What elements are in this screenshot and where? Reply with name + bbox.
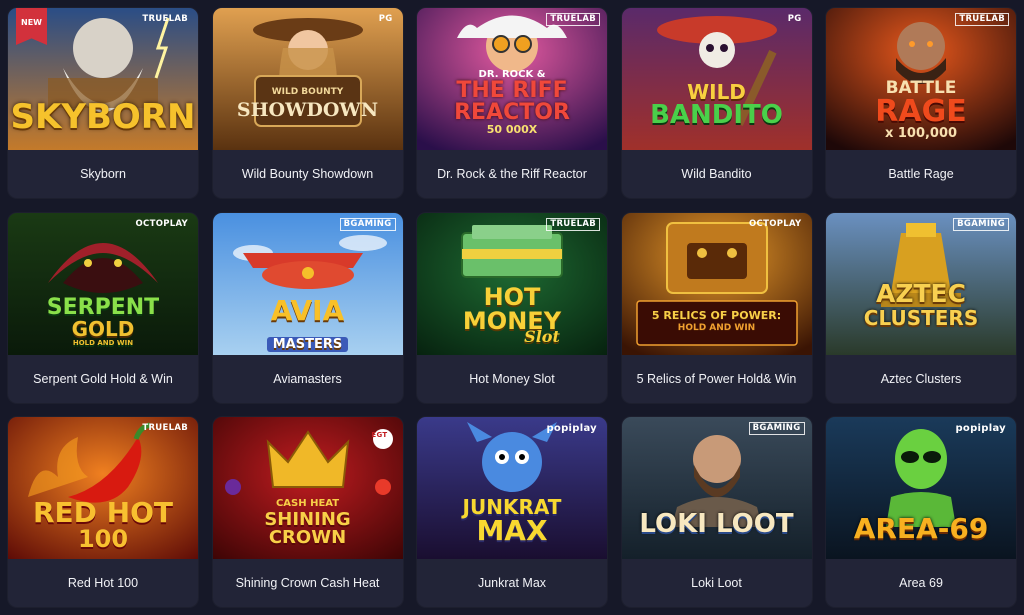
game-title: Wild Bounty Showdown [241, 167, 374, 181]
game-card-dr-rock-riff-reactor[interactable]: TRUELAB DR. ROCK & THE RIFF REACTOR 50 0… [417, 8, 607, 198]
game-title: Red Hot 100 [67, 576, 139, 590]
game-title: Aviamasters [273, 371, 342, 386]
game-thumbnail[interactable]: PG WILD BANDITO [621, 8, 812, 150]
provider-logo: TRUELAB [546, 13, 600, 26]
game-card-serpent-gold[interactable]: OCTOPLAY SERPENT GOLD HOLD AND WIN Serpe… [8, 212, 198, 403]
game-thumbnail[interactable]: OCTOPLAY 5 RELICS OF POWER: HOLD AND WIN [621, 212, 812, 355]
game-card-junkrat-max[interactable]: popiplay JUNKRAT MAX Junkrat Max [417, 417, 607, 607]
game-grid: NEW TRUELAB SKYBORN Skyborn PG WILD BOUN… [8, 8, 1016, 607]
game-card-loki-loot[interactable]: BGAMING LOKI LOOT Loki Loot [621, 417, 812, 607]
game-thumbnail[interactable]: BGAMING AVIA MASTERS [212, 212, 403, 355]
game-thumbnail[interactable]: popiplay JUNKRAT MAX [417, 417, 607, 559]
game-thumbnail[interactable]: TRUELAB HOT MONEY Slot [417, 212, 607, 355]
game-card-aviamasters[interactable]: BGAMING AVIA MASTERS Aviamasters [212, 212, 403, 403]
provider-logo: PG [378, 14, 393, 24]
game-thumbnail[interactable]: PG WILD BOUNTY SHOWDOWN [212, 8, 403, 150]
game-logo: WILD BOUNTY SHOWDOWN [236, 87, 379, 121]
game-thumbnail[interactable]: TRUELAB DR. ROCK & THE RIFF REACTOR 50 0… [417, 8, 607, 150]
game-title: Skyborn [80, 167, 126, 181]
game-card-aztec-clusters[interactable]: BGAMING AZTEC CLUSTERS Aztec Clusters [826, 212, 1016, 403]
game-title: 5 Relics of Power Hold& Win [636, 371, 797, 386]
provider-logo: OCTOPLAY [135, 218, 188, 229]
game-card-wild-bounty-showdown[interactable]: PG WILD BOUNTY SHOWDOWN Wild Bounty Show… [212, 8, 403, 198]
game-logo: JUNKRAT MAX [462, 495, 562, 547]
game-logo: AREA-69 [853, 512, 989, 545]
provider-logo: OCTOPLAY [749, 218, 802, 229]
game-thumbnail[interactable]: popiplay AREA-69 [826, 417, 1016, 559]
game-title: Aztec Clusters [880, 371, 962, 386]
game-card-shining-crown-cash-heat[interactable]: EGT CASH HEAT SHINING CROWN Shining Crow… [212, 417, 403, 607]
game-card-5-relics-of-power[interactable]: OCTOPLAY 5 RELICS OF POWER: HOLD AND WIN… [621, 212, 812, 403]
game-thumbnail[interactable]: OCTOPLAY SERPENT GOLD HOLD AND WIN [8, 212, 198, 355]
game-logo: DR. ROCK & THE RIFF REACTOR 50 000X [454, 69, 570, 136]
game-thumbnail[interactable]: BGAMING LOKI LOOT [621, 417, 812, 559]
game-thumbnail[interactable]: NEW TRUELAB SKYBORN [8, 8, 198, 150]
provider-logo: TRUELAB [142, 14, 188, 24]
game-title: Shining Crown Cash Heat [235, 576, 380, 590]
game-thumbnail[interactable]: EGT CASH HEAT SHINING CROWN [212, 417, 403, 559]
game-logo: AZTEC CLUSTERS [863, 278, 979, 330]
game-logo: AVIA MASTERS [213, 296, 403, 353]
game-logo: LOKI LOOT [639, 509, 794, 539]
provider-logo: popiplay [955, 423, 1006, 434]
provider-logo: BGAMING [748, 422, 805, 435]
game-thumbnail[interactable]: TRUELAB BATTLE RAGE x 100,000 [826, 8, 1016, 150]
provider-logo: BGAMING [953, 217, 1009, 231]
provider-logo: EGT [371, 431, 388, 439]
game-title: Serpent Gold Hold & Win [33, 371, 173, 386]
game-title: Dr. Rock & the Riff Reactor [437, 167, 587, 181]
game-card-area-69[interactable]: popiplay AREA-69 Area 69 [826, 417, 1016, 607]
game-thumbnail[interactable]: TRUELAB RED HOT 100 [8, 417, 198, 559]
game-logo: BATTLE RAGE x 100,000 [875, 78, 967, 141]
game-title: Area 69 [899, 576, 943, 590]
provider-logo: TRUELAB [955, 13, 1009, 26]
game-logo: SKYBORN [10, 97, 196, 137]
game-title: Loki Loot [691, 576, 742, 590]
relics-of-power-art [621, 212, 812, 355]
game-card-hot-money-slot[interactable]: TRUELAB HOT MONEY Slot Hot Money Slot [417, 212, 607, 403]
game-card-red-hot-100[interactable]: TRUELAB RED HOT 100 Red Hot 100 [8, 417, 198, 607]
provider-logo: TRUELAB [546, 217, 600, 231]
game-card-wild-bandito[interactable]: PG WILD BANDITO Wild Bandito [621, 8, 812, 198]
game-title: Hot Money Slot [469, 371, 555, 386]
provider-logo: PG [787, 14, 802, 24]
game-thumbnail[interactable]: BGAMING AZTEC CLUSTERS [826, 212, 1016, 355]
game-title: Battle Rage [888, 167, 954, 181]
wild-bounty-showdown-art [212, 8, 403, 150]
game-card-skyborn[interactable]: NEW TRUELAB SKYBORN Skyborn [8, 8, 198, 198]
game-card-battle-rage[interactable]: TRUELAB BATTLE RAGE x 100,000 Battle Rag… [826, 8, 1016, 198]
provider-logo: TRUELAB [142, 423, 188, 433]
game-logo: RED HOT 100 [32, 496, 173, 553]
game-logo: CASH HEAT SHINING CROWN [264, 498, 351, 548]
game-logo: WILD BANDITO [650, 80, 783, 130]
game-logo: 5 RELICS OF POWER: HOLD AND WIN [651, 308, 782, 333]
game-title: Wild Bandito [681, 167, 752, 181]
provider-logo: popiplay [546, 423, 597, 434]
game-logo: HOT MONEY Slot [462, 282, 562, 346]
game-logo: SERPENT GOLD HOLD AND WIN [46, 294, 160, 347]
game-title: Junkrat Max [477, 576, 547, 590]
provider-logo: BGAMING [339, 217, 396, 231]
